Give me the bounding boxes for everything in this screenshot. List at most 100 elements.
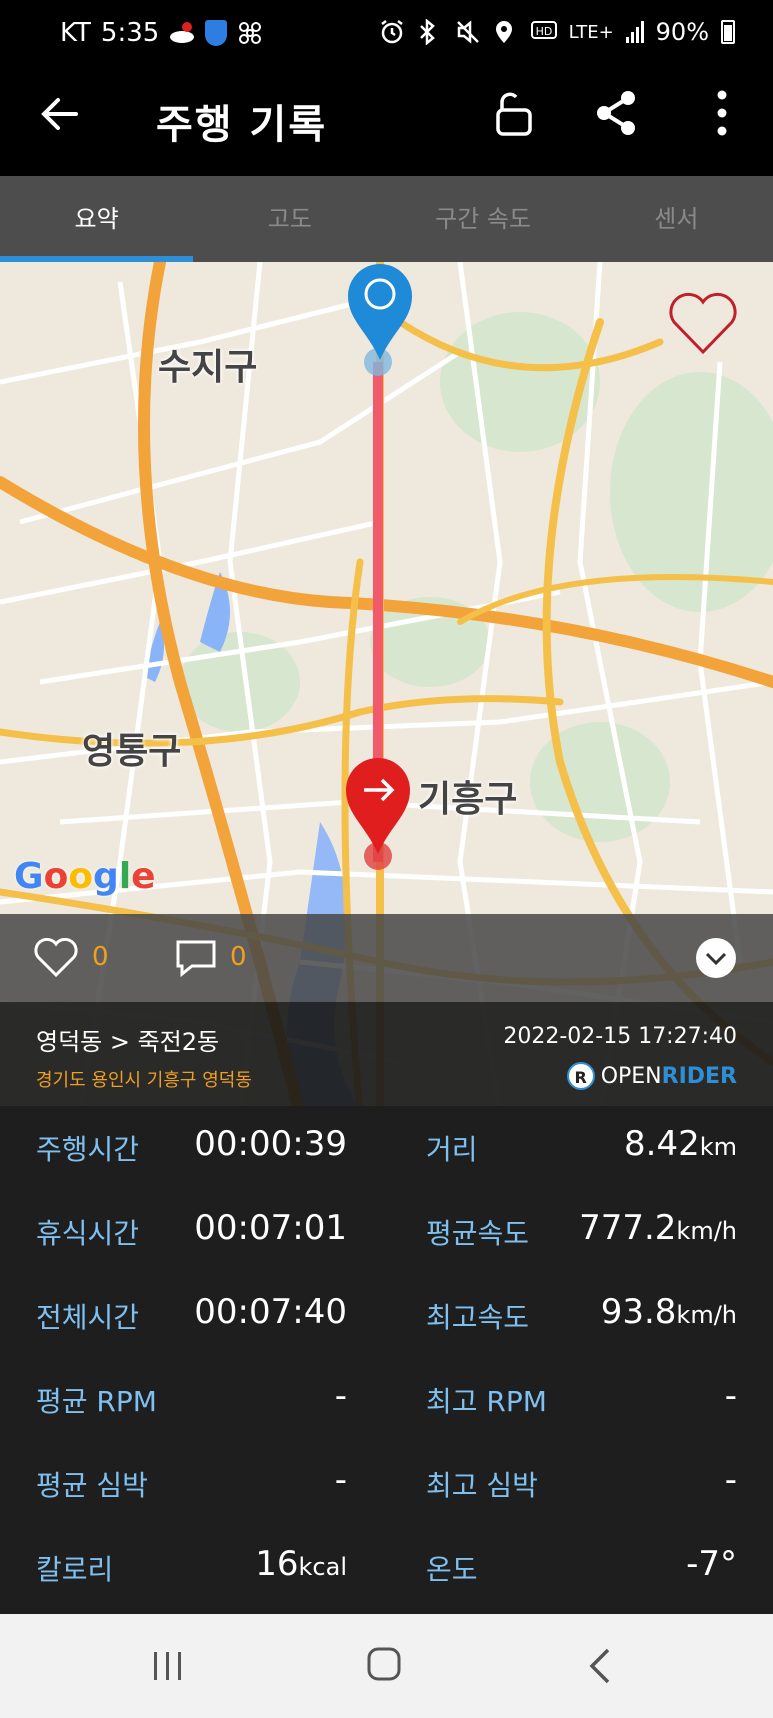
distance-value: 8.42km: [624, 1124, 737, 1164]
map-label-suji: 수지구: [158, 347, 258, 388]
brand-logo: R OPEN RIDER: [566, 1062, 737, 1090]
social-bar: 0 0: [0, 914, 773, 1002]
calories-unit: kcal: [298, 1553, 347, 1581]
route-name: 영덕동 > 죽전2동: [36, 1028, 220, 1056]
back-button[interactable]: [40, 94, 80, 134]
shield-icon: [205, 20, 228, 46]
comment-button[interactable]: [174, 938, 218, 978]
route-info: 영덕동 > 죽전2동 경기도 용인시 기흥구 영덕동 2022-02-15 17…: [0, 1002, 773, 1106]
stat-row: 평균 심박 - 최고 심박 -: [0, 1442, 773, 1526]
calories-value: 16kcal: [255, 1544, 347, 1584]
tab-section-speed[interactable]: 구간 속도: [387, 176, 580, 262]
riding-time-value: 00:00:39: [194, 1124, 347, 1164]
home-button[interactable]: [366, 1646, 402, 1682]
clock: 5:35: [100, 18, 160, 48]
app-bar: 주행 기록: [0, 70, 773, 176]
avg-speed-number: 777.2: [579, 1208, 677, 1248]
like-button[interactable]: [34, 937, 78, 978]
max-speed-value: 93.8km/h: [601, 1292, 737, 1332]
max-rpm-value: -: [724, 1376, 737, 1416]
page-title: 주행 기록: [156, 102, 328, 148]
status-right: HD LTE+ 90%: [379, 18, 735, 46]
unlock-icon: [496, 92, 532, 136]
max-heart-rate-label: 최고 심박: [426, 1469, 538, 1502]
stat-row: 주행시간 00:00:39 거리 8.42km: [0, 1106, 773, 1190]
stat-row: 칼로리 16kcal 온도 -7°: [0, 1526, 773, 1610]
total-time-value: 00:07:40: [194, 1292, 347, 1332]
route-datetime: 2022-02-15 17:27:40: [503, 1024, 737, 1049]
distance-unit: km: [699, 1133, 737, 1161]
avg-speed-value: 777.2km/h: [579, 1208, 737, 1248]
lock-button[interactable]: [490, 88, 540, 138]
favorite-button[interactable]: [668, 290, 738, 356]
system-back-button[interactable]: [586, 1646, 614, 1686]
comment-count: 0: [230, 942, 247, 972]
battery-percent: 90%: [655, 18, 709, 46]
heart-icon: [34, 937, 78, 978]
start-pin-icon[interactable]: [346, 262, 414, 362]
comment-icon: [176, 940, 216, 978]
svg-text:HD: HD: [535, 25, 552, 38]
avg-speed-unit: km/h: [676, 1217, 737, 1245]
home-icon: [367, 1647, 401, 1681]
carrier-label: KT: [60, 18, 91, 48]
route-address: 경기도 용인시 기흥구 영덕동: [36, 1070, 252, 1091]
tab-sensor[interactable]: 센서: [580, 176, 773, 262]
max-heart-rate-value: -: [724, 1460, 737, 1500]
system-nav-bar: [0, 1614, 773, 1718]
max-speed-label: 최고속도: [426, 1301, 530, 1334]
brand-rider-text: RIDER: [661, 1063, 737, 1089]
riding-time-label: 주행시간: [36, 1133, 140, 1166]
calories-number: 16: [255, 1544, 299, 1584]
chevron-left-icon: [589, 1648, 610, 1684]
alarm-icon: [379, 19, 405, 45]
location-icon: [493, 19, 519, 45]
map-label-giheung: 기흥구: [418, 779, 518, 820]
google-logo: Google: [14, 856, 156, 897]
rest-time-label: 휴식시간: [36, 1217, 140, 1250]
recent-apps-icon: [154, 1652, 181, 1680]
avg-speed-label: 평균속도: [426, 1217, 530, 1250]
mute-icon: [455, 19, 481, 45]
avg-rpm-label: 평균 RPM: [36, 1385, 157, 1418]
arrow-left-icon: [41, 98, 78, 130]
bluetooth-icon: [417, 18, 443, 46]
network-type: LTE+: [568, 21, 614, 43]
avg-heart-rate-label: 평균 심박: [36, 1469, 148, 1502]
total-time-label: 전체시간: [36, 1301, 140, 1334]
expand-button[interactable]: [696, 938, 736, 978]
temperature-label: 온도: [426, 1553, 478, 1586]
battery-icon: [721, 20, 735, 44]
tab-summary[interactable]: 요약: [0, 176, 194, 262]
max-speed-unit: km/h: [676, 1301, 737, 1329]
avg-rpm-value: -: [334, 1376, 347, 1416]
tab-bar: 요약 고도 구간 속도 센서: [0, 176, 773, 262]
rest-time-value: 00:07:01: [194, 1208, 347, 1248]
brand-open-text: OPEN: [600, 1063, 662, 1089]
hd-icon: HD: [530, 19, 557, 45]
stat-row: 평균 RPM - 최고 RPM -: [0, 1358, 773, 1442]
share-button[interactable]: [592, 88, 642, 138]
status-bar: KT 5:35 HD LTE+ 90%: [0, 0, 773, 70]
signal-icon: [625, 21, 644, 43]
status-left: KT 5:35: [60, 18, 263, 48]
notification-app-icon: [169, 20, 195, 46]
more-options-button[interactable]: [700, 88, 744, 138]
stats-panel: 주행시간 00:00:39 거리 8.42km 휴식시간 00:07:01 평균…: [0, 1106, 773, 1614]
heart-outline-icon: [669, 292, 737, 355]
openrider-icon: R: [566, 1062, 595, 1090]
distance-label: 거리: [426, 1133, 478, 1166]
temperature-value: -7°: [686, 1544, 737, 1584]
stat-row: 휴식시간 00:07:01 평균속도 777.2km/h: [0, 1190, 773, 1274]
max-rpm-label: 최고 RPM: [426, 1385, 547, 1418]
fan-icon: [237, 20, 263, 46]
recent-apps-button[interactable]: [150, 1650, 186, 1682]
calories-label: 칼로리: [36, 1553, 114, 1586]
tab-elevation[interactable]: 고도: [193, 176, 386, 262]
share-icon: [597, 91, 635, 135]
stat-row: 전체시간 00:07:40 최고속도 93.8km/h: [0, 1274, 773, 1358]
avg-heart-rate-value: -: [334, 1460, 347, 1500]
distance-number: 8.42: [624, 1124, 700, 1164]
end-pin-icon[interactable]: [344, 756, 412, 856]
like-count: 0: [92, 942, 109, 972]
